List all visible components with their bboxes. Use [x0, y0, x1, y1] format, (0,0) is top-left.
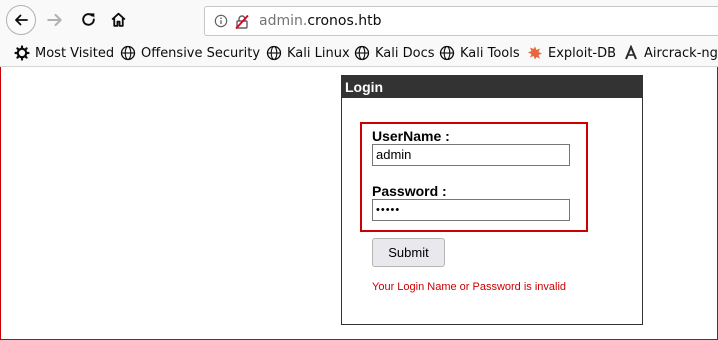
home-button[interactable] — [110, 11, 127, 28]
info-icon[interactable] — [214, 14, 228, 28]
bookmark-offensive-security[interactable]: Offensive Security — [120, 44, 260, 62]
page-content: Login UserName : admin Password : ••••• … — [0, 67, 718, 340]
bookmark-label: Exploit-DB — [548, 45, 617, 61]
url-bar[interactable]: admin.cronos.htb — [204, 6, 718, 36]
username-input[interactable]: admin — [372, 144, 570, 166]
bookmark-label: Kali Tools — [460, 45, 520, 61]
reload-button[interactable] — [80, 11, 97, 28]
gear-icon — [14, 45, 30, 61]
back-button[interactable] — [6, 5, 36, 35]
error-message: Your Login Name or Password is invalid — [372, 281, 567, 293]
bookmark-label: Kali Linux — [287, 45, 350, 61]
globe-icon — [266, 45, 282, 61]
bookmark-label: Aircrack-ng — [644, 45, 718, 61]
globe-icon — [354, 45, 370, 61]
bookmark-kali-tools[interactable]: Kali Tools — [439, 44, 520, 62]
bookmark-label: Kali Docs — [375, 45, 435, 61]
bookmark-aircrack-ng[interactable]: Aircrack-ng — [623, 44, 718, 62]
bookmark-kali-docs[interactable]: Kali Docs — [354, 44, 435, 62]
exploitdb-icon — [527, 45, 543, 61]
password-label: Password : — [372, 183, 447, 199]
password-input[interactable]: ••••• — [372, 199, 570, 221]
username-label: UserName : — [372, 128, 450, 144]
submit-button[interactable]: Submit — [372, 238, 445, 267]
forward-button[interactable] — [46, 11, 64, 29]
bookmark-label: Most Visited — [35, 45, 115, 61]
login-panel: Login UserName : admin Password : ••••• … — [341, 75, 643, 325]
url-text[interactable]: admin.cronos.htb — [259, 13, 381, 29]
globe-icon — [120, 45, 136, 61]
url-subdomain: admin. — [259, 13, 308, 29]
arrow-left-icon — [15, 14, 28, 26]
login-title: Login — [342, 76, 642, 98]
bookmark-exploit-db[interactable]: Exploit-DB — [527, 44, 616, 62]
bookmark-label: Offensive Security — [141, 45, 261, 61]
aircrack-icon — [623, 45, 639, 61]
insecure-lock-icon[interactable] — [234, 14, 250, 30]
bookmark-kali-linux[interactable]: Kali Linux — [266, 44, 350, 62]
url-domain: cronos.htb — [307, 13, 382, 29]
bookmarks-toolbar: Most Visited Offensive Security Kali Lin… — [0, 40, 718, 67]
globe-icon — [439, 45, 455, 61]
bookmark-most-visited[interactable]: Most Visited — [14, 44, 114, 62]
browser-navbar: admin.cronos.htb — [0, 0, 718, 40]
